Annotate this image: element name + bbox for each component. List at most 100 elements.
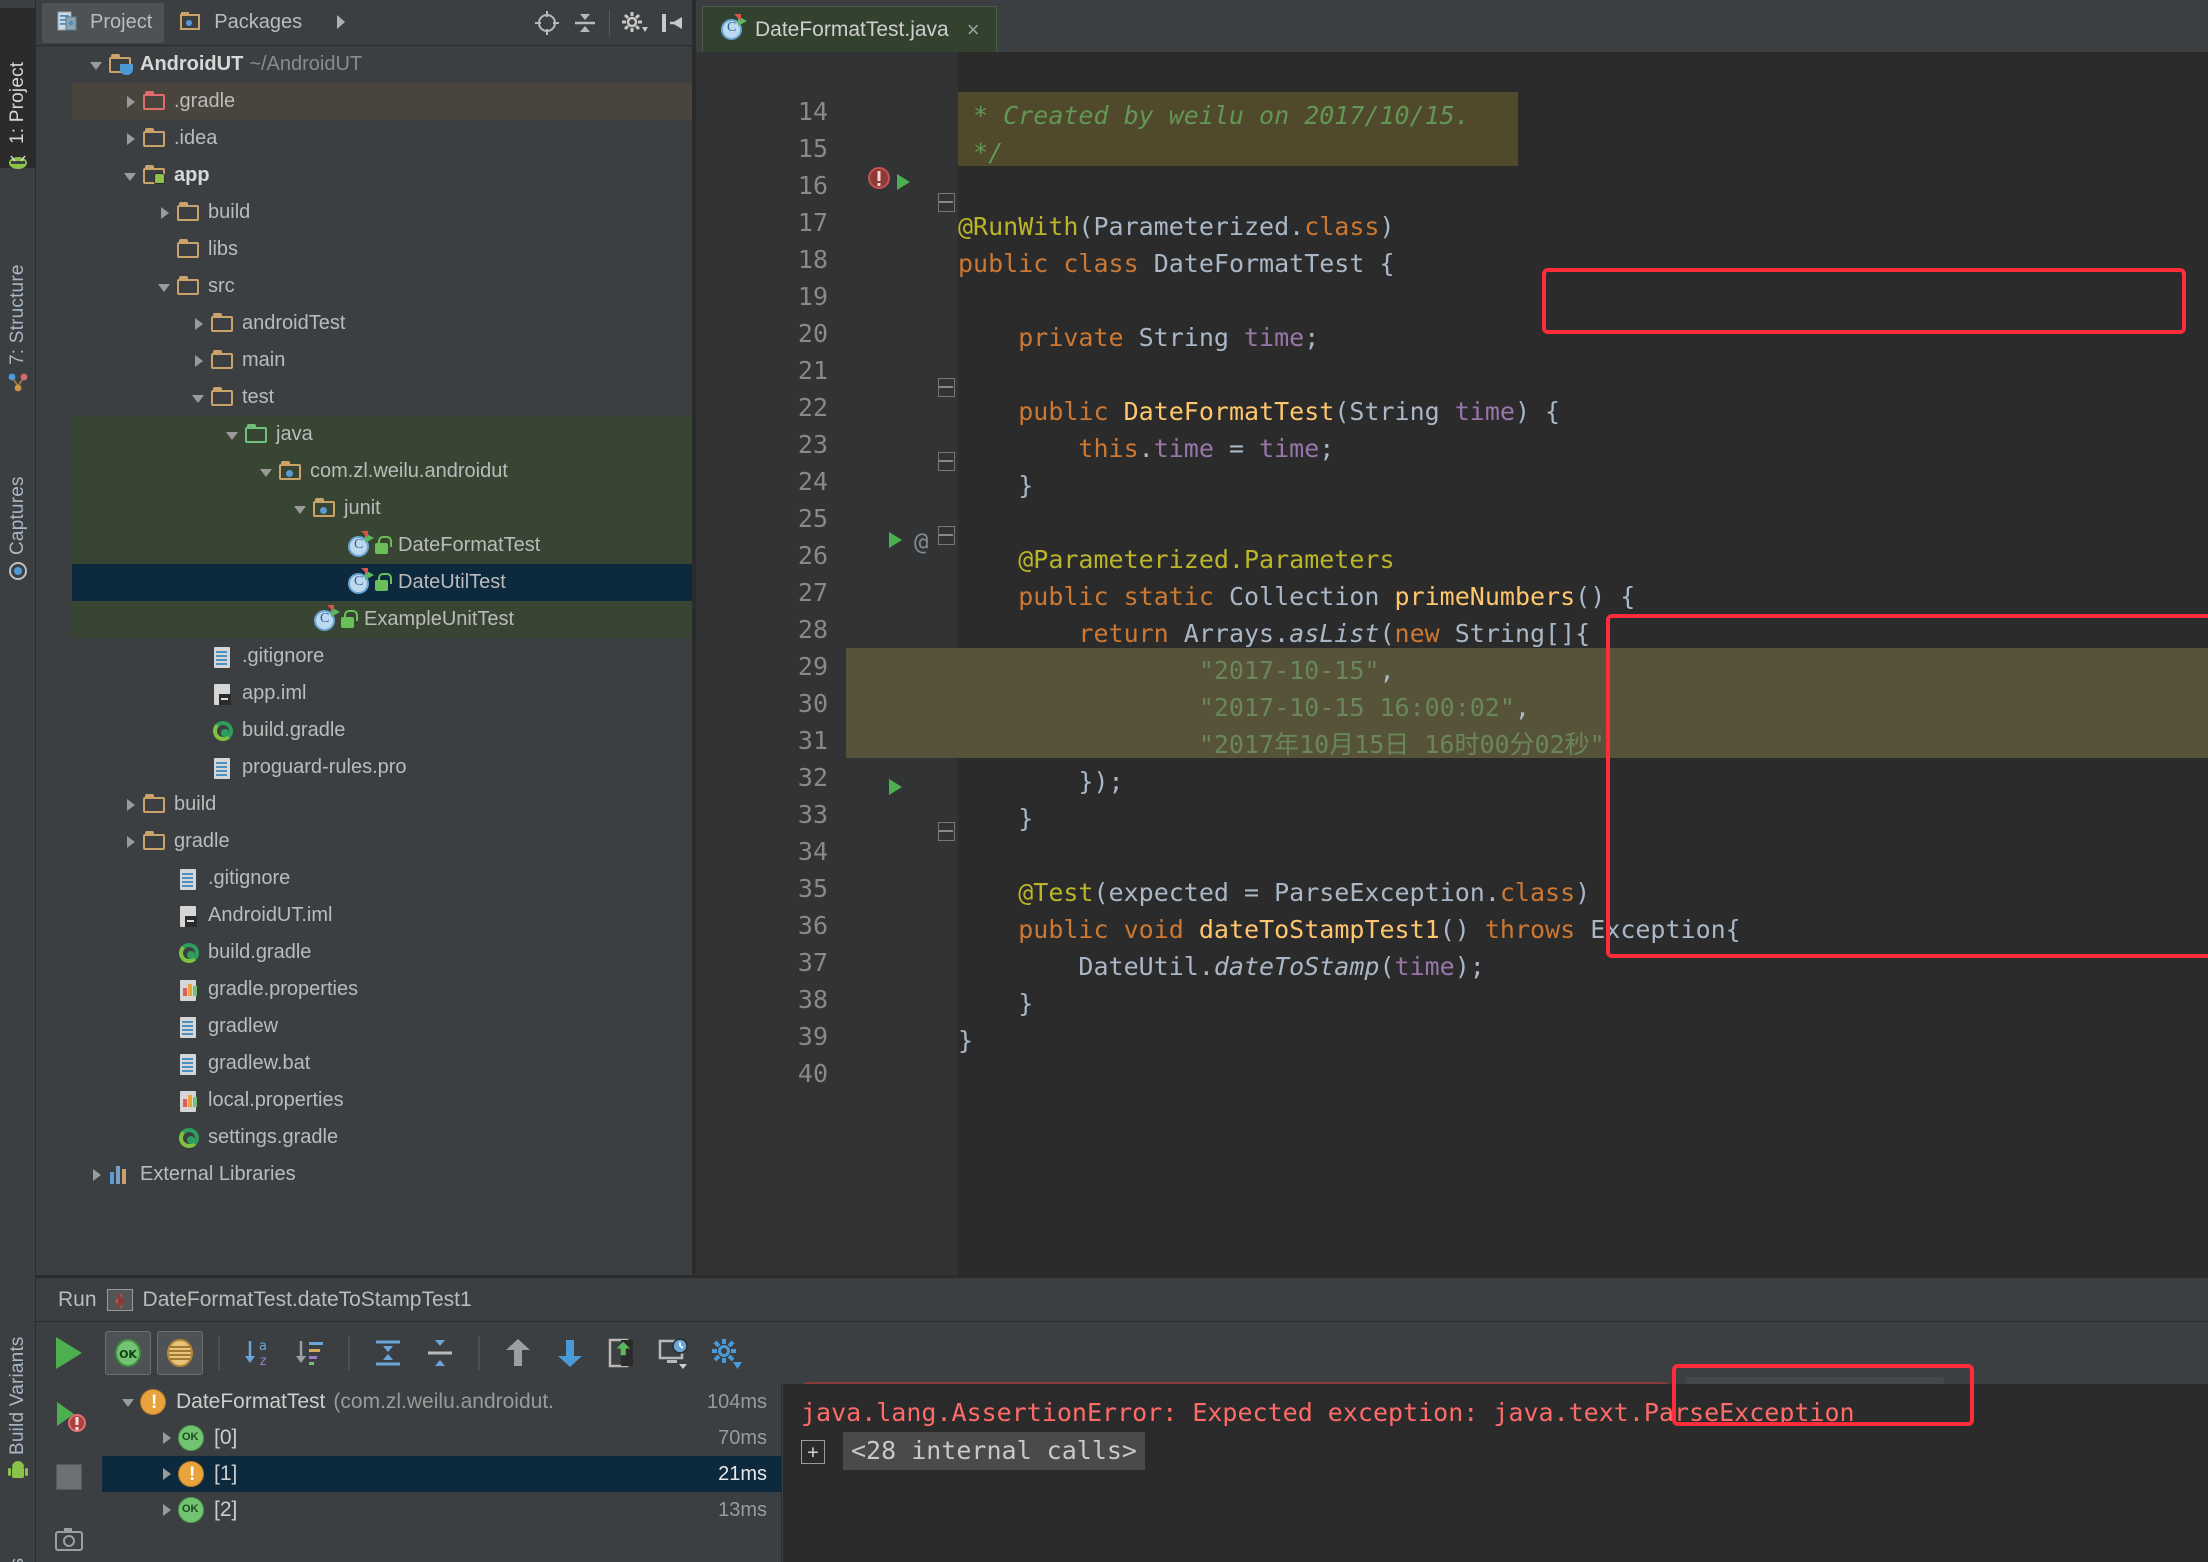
console-output[interactable]: java.lang.AssertionError: Expected excep… [783, 1384, 2208, 1562]
tree-row[interactable]: gradle [72, 823, 728, 860]
tree-row[interactable]: build [72, 194, 728, 231]
test-result-row[interactable]: [1] 21ms [102, 1456, 781, 1492]
tree-row[interactable]: AndroidUT.iml [72, 897, 728, 934]
collapse-all-icon[interactable] [571, 9, 599, 37]
tab-overflow-button[interactable] [316, 3, 368, 43]
tree-row[interactable]: androidTest [72, 305, 728, 342]
gear-icon[interactable] [620, 9, 648, 37]
chevron-right-icon[interactable] [120, 831, 142, 853]
sidebar-item-structure[interactable]: 7: Structure [0, 205, 36, 365]
tree-row[interactable]: app [72, 157, 728, 194]
code-line[interactable]: } [958, 800, 1033, 837]
code-line[interactable]: } [958, 1022, 973, 1059]
chevron-down-icon[interactable] [188, 387, 210, 409]
chevron-right-icon[interactable] [156, 1427, 178, 1449]
chevron-right-icon[interactable] [120, 91, 142, 113]
code-line[interactable]: "2017-10-15 16:00:02", [958, 689, 1530, 726]
tab-packages[interactable]: Packages [166, 3, 314, 43]
chevron-right-icon[interactable] [156, 1463, 178, 1485]
sidebar-item-captures[interactable]: Captures [0, 420, 36, 555]
console-internal-calls[interactable]: + <28 internal calls> [801, 1432, 1145, 1470]
history-icon[interactable] [651, 1331, 697, 1375]
chevron-down-icon[interactable] [256, 461, 278, 483]
code-line[interactable]: } [958, 985, 1033, 1022]
tree-row[interactable]: build.gradle [72, 712, 728, 749]
capture-screenshot-button[interactable] [36, 1508, 102, 1562]
tree-row[interactable]: java [72, 416, 728, 453]
tree-row[interactable]: DateFormatTest [72, 527, 728, 564]
sidebar-item-build-variants[interactable]: Build Variants [0, 1265, 36, 1455]
rerun-icon[interactable] [36, 1337, 102, 1369]
code-line[interactable]: "2017-10-15", [958, 652, 1395, 689]
tree-row[interactable]: proguard-rules.pro [72, 749, 728, 786]
chevron-down-icon[interactable] [118, 1391, 140, 1413]
chevron-right-icon[interactable] [188, 313, 210, 335]
prev-failed-icon[interactable] [495, 1331, 541, 1375]
settings-gear-icon[interactable] [703, 1331, 749, 1375]
chevron-down-icon[interactable] [290, 498, 312, 520]
chevron-down-icon[interactable] [86, 54, 108, 76]
next-failed-icon[interactable] [547, 1331, 593, 1375]
sidebar-item-project[interactable]: 1: Project [0, 14, 36, 144]
show-ignored-icon[interactable] [157, 1331, 203, 1375]
tree-row[interactable]: libs [72, 231, 728, 268]
tree-row[interactable]: src [72, 268, 728, 305]
code-line[interactable]: return Arrays.asList(new String[]{ [958, 615, 1590, 652]
tree-row[interactable]: app.iml [72, 675, 728, 712]
code-line[interactable]: } [958, 467, 1033, 504]
code-line[interactable]: @Parameterized.Parameters [958, 541, 1394, 578]
code-text-layer[interactable]: * Created by weilu on 2017/10/15. */ @Run… [846, 52, 2208, 1275]
test-result-row[interactable]: [0] 70ms [102, 1420, 781, 1456]
code-line[interactable]: @RunWith(Parameterized.class) [958, 208, 1395, 245]
code-line[interactable]: public void dateToStampTest1() throws Ex… [958, 911, 1741, 948]
tree-row[interactable]: local.properties [72, 1082, 728, 1119]
chevron-right-icon[interactable] [154, 202, 176, 224]
tree-row[interactable]: DateUtilTest [72, 564, 728, 601]
tree-row[interactable]: build [72, 786, 728, 823]
chevron-right-icon[interactable] [188, 350, 210, 372]
tree-row[interactable]: ExampleUnitTest [72, 601, 728, 638]
test-result-row[interactable]: [2] 13ms [102, 1492, 781, 1528]
sort-alphabetically-icon[interactable]: az [235, 1331, 281, 1375]
tree-row[interactable]: main [72, 342, 728, 379]
tree-row[interactable]: settings.gradle [72, 1119, 728, 1156]
code-line[interactable]: }); [958, 763, 1123, 800]
code-line[interactable]: this.time = time; [958, 430, 1334, 467]
stop-button[interactable] [36, 1446, 102, 1508]
show-passed-icon[interactable]: OK [105, 1331, 151, 1375]
tree-row[interactable]: com.zl.weilu.androidut [72, 453, 728, 490]
chevron-right-icon[interactable] [120, 794, 142, 816]
tab-project[interactable]: Project [42, 2, 165, 43]
tree-row[interactable]: gradle.properties [72, 971, 728, 1008]
export-icon[interactable] [599, 1331, 645, 1375]
chevron-right-icon[interactable] [156, 1499, 178, 1521]
tree-row[interactable]: AndroidUT ~/AndroidUT [72, 46, 728, 83]
tree-row[interactable]: .gradle [72, 83, 728, 120]
test-result-row[interactable]: DateFormatTest (com.zl.weilu.androidut. 10… [102, 1384, 781, 1420]
chevron-right-icon[interactable] [86, 1164, 108, 1186]
chevron-right-icon[interactable] [120, 128, 142, 150]
code-line[interactable]: @Test(expected = ParseException.class) [958, 874, 1590, 911]
tree-row[interactable]: test [72, 379, 728, 416]
hide-panel-icon[interactable] [658, 9, 686, 37]
code-line[interactable]: public static Collection primeNumbers() … [958, 578, 1635, 615]
sort-by-duration-icon[interactable] [287, 1331, 333, 1375]
code-line[interactable]: "2017年10月15日 16时00分02秒" [958, 726, 1605, 763]
tree-row[interactable]: .gitignore [72, 638, 728, 675]
code-line[interactable]: DateUtil.dateToStamp(time); [958, 948, 1484, 985]
crosshair-icon[interactable] [533, 9, 561, 37]
expand-icon[interactable]: + [801, 1440, 825, 1464]
chevron-down-icon[interactable] [222, 424, 244, 446]
collapse-all-icon[interactable] [417, 1331, 463, 1375]
code-line[interactable]: public DateFormatTest(String time) { [958, 393, 1560, 430]
tree-row[interactable]: .idea [72, 120, 728, 157]
rerun-failed-button[interactable] [36, 1384, 102, 1446]
tree-row[interactable]: gradlew [72, 1008, 728, 1045]
code-line[interactable]: public class DateFormatTest { [958, 245, 1395, 282]
tree-row[interactable]: External Libraries [72, 1156, 728, 1193]
tree-row[interactable]: build.gradle [72, 934, 728, 971]
editor-tab-dateformattest[interactable]: DateFormatTest.java × [702, 6, 997, 52]
test-results-tree[interactable]: DateFormatTest (com.zl.weilu.androidut. 10… [102, 1384, 782, 1562]
tree-row[interactable]: junit [72, 490, 728, 527]
sidebar-item-favorites[interactable]: vorites [0, 1505, 36, 1562]
